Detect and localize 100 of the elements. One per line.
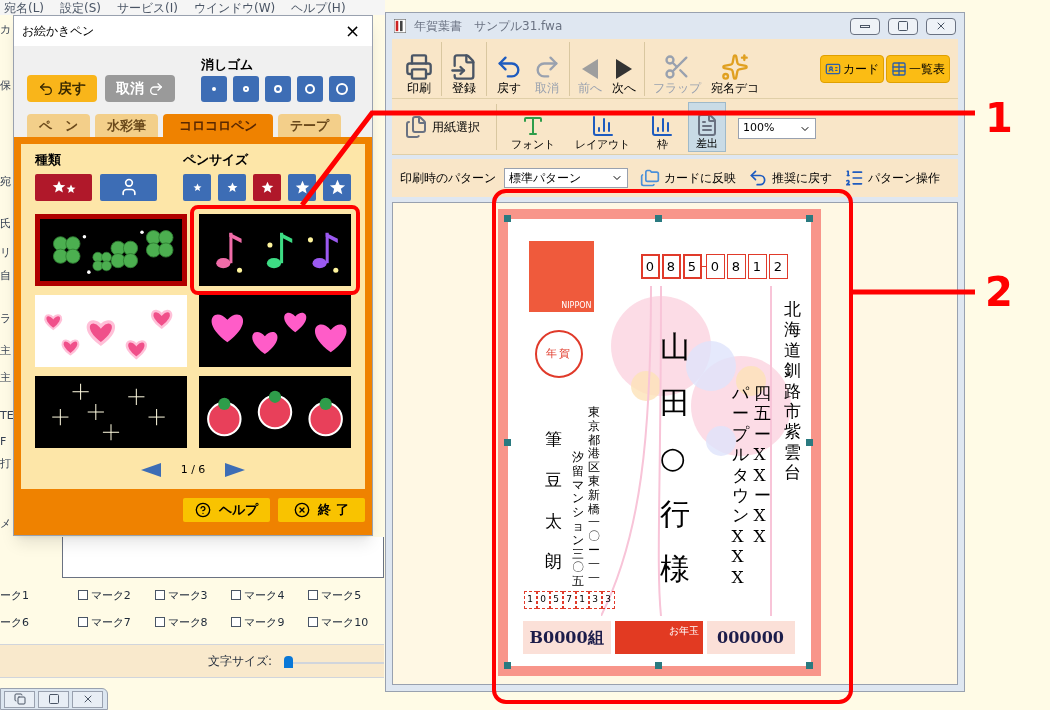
pen-pattern-tile[interactable] — [35, 213, 187, 286]
checkbox[interactable] — [154, 590, 165, 600]
font-size-label: 文字サイズ: — [207, 653, 272, 670]
pen-size-button[interactable] — [323, 173, 351, 201]
postal-code-digit: 8 — [726, 254, 746, 279]
resize-handle[interactable] — [654, 215, 662, 222]
menu-item[interactable]: 設定(S) — [60, 1, 102, 14]
minimize-button[interactable] — [850, 17, 880, 35]
eraser-size-button[interactable] — [201, 76, 227, 102]
resize-handle[interactable] — [654, 662, 662, 669]
pen-pattern-tile[interactable] — [198, 375, 351, 448]
eraser-size-button[interactable] — [265, 76, 291, 102]
exit-button[interactable]: 終 了 — [278, 498, 365, 522]
toolbar-button[interactable]: 次へ — [607, 41, 645, 96]
slider-thumb[interactable] — [284, 656, 293, 668]
previous-page-button[interactable] — [140, 462, 161, 477]
memo-field[interactable] — [62, 537, 384, 578]
lottery-number: 000000 — [706, 621, 795, 654]
pen-type-button[interactable] — [100, 173, 157, 201]
maximize-icon — [897, 20, 909, 32]
checkbox[interactable] — [77, 617, 88, 627]
close-button[interactable] — [926, 17, 956, 35]
pattern-action-button[interactable]: 推奨に戻す — [748, 168, 832, 188]
lottery-number: B0000組 — [522, 621, 611, 654]
postal-code-digit: 8 — [661, 254, 681, 279]
toolbar-button[interactable]: 登録 — [445, 41, 487, 96]
close-icon — [935, 20, 947, 32]
postal-code-digit: 3 — [601, 591, 615, 609]
page-indicator: 1 / 6 — [180, 461, 206, 478]
undo-icon — [38, 80, 54, 97]
undo-button[interactable]: 戻す — [27, 75, 97, 102]
recipient-address: 四五ーXXーXX — [753, 383, 771, 547]
maximize-icon — [47, 693, 60, 705]
eraser-size-button[interactable] — [233, 76, 259, 102]
toolbar-button[interactable]: 枠 — [644, 101, 680, 152]
toolbar-button[interactable]: 宛名デコ — [706, 41, 764, 96]
toolbar-button[interactable]: レイアウト — [569, 101, 636, 152]
resize-handle[interactable] — [503, 215, 511, 222]
checkbox[interactable] — [231, 617, 242, 627]
tab[interactable]: テープ — [278, 114, 341, 137]
pattern-action-button[interactable]: パターン操作 — [844, 168, 940, 188]
view-button[interactable]: 一覧表 — [886, 54, 950, 83]
pen-type-button[interactable] — [35, 173, 92, 201]
menu-item[interactable]: ウインドウ(W) — [193, 1, 276, 14]
pattern-action-button[interactable]: カードに反映 — [640, 168, 736, 188]
clipped-label: TE — [0, 410, 14, 421]
clipped-label: リ — [0, 247, 11, 258]
menu-item[interactable]: ヘルプ(H) — [291, 1, 346, 14]
checkbox[interactable] — [308, 617, 319, 627]
pattern-label: 印刷時のパターン — [400, 170, 496, 187]
eraser-size-button[interactable] — [329, 76, 355, 102]
close-button[interactable] — [72, 690, 103, 708]
eraser-size-button[interactable] — [297, 76, 323, 102]
zoom-select[interactable]: 100% — [738, 118, 816, 139]
resize-handle[interactable] — [805, 662, 813, 669]
postal-code-digit: 3 — [588, 591, 602, 609]
callout-number: 2 — [985, 272, 1013, 312]
pen-size-button[interactable] — [218, 173, 246, 201]
resize-handle[interactable] — [503, 662, 511, 669]
resize-handle[interactable] — [805, 439, 813, 446]
view-button[interactable]: カード — [820, 54, 884, 83]
checkbox[interactable] — [154, 617, 165, 627]
pen-size-button[interactable] — [253, 173, 281, 201]
mark-label: マーク9 — [244, 616, 285, 628]
tab[interactable]: 水彩筆 — [95, 114, 158, 137]
toolbar-button[interactable]: 戻す — [490, 41, 528, 96]
help-button[interactable]: ヘルプ — [183, 498, 270, 522]
maximize-button[interactable] — [38, 690, 69, 708]
checkbox[interactable] — [308, 590, 319, 600]
star-icon — [65, 184, 76, 194]
pattern-select[interactable]: 標準パターン — [504, 168, 628, 188]
font-size-slider[interactable] — [284, 654, 384, 668]
resize-handle[interactable] — [503, 439, 511, 446]
clipped-label: 氏 — [0, 218, 11, 229]
menu-item[interactable]: サービス(I) — [117, 1, 178, 14]
table-icon — [891, 60, 907, 77]
maximize-button[interactable] — [888, 17, 918, 35]
toolbar-button[interactable]: 印刷 — [400, 41, 442, 96]
checkbox[interactable] — [231, 590, 242, 600]
tab[interactable]: ペ ン — [27, 114, 90, 137]
menu-item[interactable]: 宛名(L) — [4, 1, 45, 14]
checkbox[interactable] — [77, 590, 88, 600]
postal-code-digit: 0 — [536, 591, 550, 609]
pen-pattern-tile[interactable] — [35, 375, 187, 448]
pen-size-label: ペンサイズ — [183, 151, 250, 169]
next-page-button[interactable] — [225, 462, 246, 477]
pen-pattern-tile[interactable] — [198, 294, 351, 367]
pen-size-button[interactable] — [183, 173, 211, 201]
close-button[interactable]: × — [340, 22, 364, 40]
restore-icon — [13, 693, 26, 705]
sender-address: 東京都港区東新橋一〇ー一一 — [587, 406, 600, 586]
tab[interactable]: コロコロペン — [163, 114, 273, 137]
pen-pattern-tile[interactable] — [198, 213, 351, 286]
resize-handle[interactable] — [805, 215, 813, 222]
pen-pattern-tile[interactable] — [35, 294, 187, 367]
clipped-label: ラ — [0, 313, 11, 324]
toolbar-button[interactable]: フォント — [505, 101, 561, 152]
left-triangle-icon — [140, 462, 161, 477]
paper-select-button[interactable]: 用紙選択 — [404, 103, 497, 150]
mark-label: マーク2 — [90, 589, 131, 601]
